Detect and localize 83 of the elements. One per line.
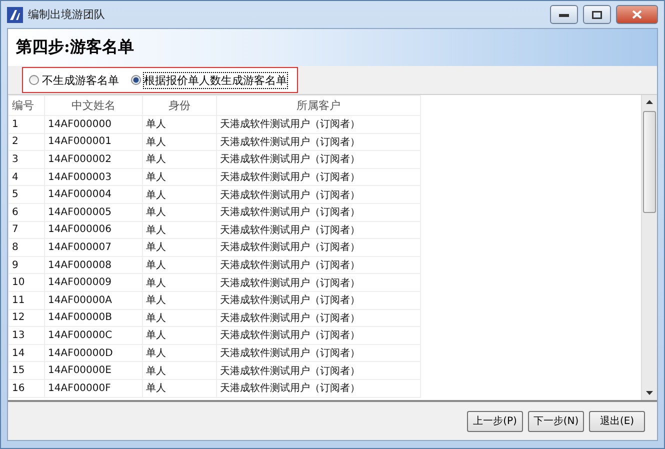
table-cell: 天港成软件测试用户（订阅者） [216, 379, 420, 397]
scrollbar[interactable] [641, 95, 657, 400]
table-cell: 4 [8, 168, 44, 186]
table-cell: 14AF000007 [44, 238, 142, 256]
table-cell: 14 [8, 344, 44, 362]
table-cell: 天港成软件测试用户（订阅者） [216, 150, 420, 168]
table-cell: 14AF000003 [44, 168, 142, 186]
step-title: 第四步:游客名单 [16, 37, 134, 58]
table-cell: 天港成软件测试用户（订阅者） [216, 291, 420, 310]
table-cell: 天港成软件测试用户（订阅者） [216, 344, 420, 362]
table-cell: 单人 [142, 326, 216, 344]
table-cell: 14AF00000C [44, 326, 142, 344]
table-cell: 单人 [142, 256, 216, 274]
column-header[interactable]: 编号 [8, 96, 44, 116]
minimize-button[interactable] [550, 5, 578, 24]
radio-option[interactable]: 不生成游客名单 [29, 72, 119, 88]
nav-button[interactable]: 上一步(P) [467, 410, 523, 432]
table-cell: 单人 [142, 150, 216, 168]
table-cell: 单人 [142, 291, 216, 310]
table-cell: 7 [8, 221, 44, 239]
column-header[interactable]: 身份 [142, 96, 216, 116]
table-cell: 单人 [142, 133, 216, 151]
table-cell: 单人 [142, 238, 216, 256]
table-cell: 天港成软件测试用户（订阅者） [216, 309, 420, 327]
table-cell: 14AF000001 [44, 133, 142, 151]
table-cell: 14AF000008 [44, 256, 142, 274]
minimize-icon [559, 12, 569, 16]
table-cell: 天港成软件测试用户（订阅者） [216, 116, 420, 134]
table-cell: 9 [8, 256, 44, 274]
table-cell: 单人 [142, 362, 216, 380]
maximize-button[interactable] [583, 5, 611, 24]
table-cell: 6 [8, 203, 44, 222]
radio-option[interactable]: 根据报价单人数生成游客名单 [131, 72, 287, 88]
table-cell: 14AF00000D [44, 344, 142, 362]
nav-button[interactable]: 下一步(N) [528, 410, 584, 432]
table-cell: 14AF00000B [44, 309, 142, 327]
table-cell: 单人 [142, 221, 216, 239]
nav-button[interactable]: 退出(E) [589, 410, 645, 432]
table-cell: 单人 [142, 203, 216, 222]
table-cell: 10 [8, 274, 44, 292]
table-cell: 3 [8, 150, 44, 168]
table-cell: 13 [8, 326, 44, 344]
table-cell: 14AF000000 [44, 116, 142, 134]
maximize-icon [592, 10, 602, 18]
table-cell: 天港成软件测试用户（订阅者） [216, 238, 420, 256]
table-cell: 单人 [142, 116, 216, 134]
table-cell: 单人 [142, 274, 216, 292]
table-cell: 12 [8, 309, 44, 327]
column-header[interactable]: 中文姓名 [44, 96, 142, 116]
table-cell: 天港成软件测试用户（订阅者） [216, 168, 420, 186]
table-cell: 单人 [142, 186, 216, 204]
table-cell: 天港成软件测试用户（订阅者） [216, 326, 420, 344]
table-cell: 14AF000004 [44, 186, 142, 204]
table-cell: 14AF00000E [44, 362, 142, 380]
table-cell: 1 [8, 116, 44, 134]
table-cell: 天港成软件测试用户（订阅者） [216, 221, 420, 239]
table-cell: 单人 [142, 344, 216, 362]
column-header[interactable]: 所属客户 [216, 96, 420, 116]
table-cell: 15 [8, 362, 44, 380]
table-cell: 14AF000009 [44, 274, 142, 292]
table-cell: 14AF000002 [44, 150, 142, 168]
table-cell: 天港成软件测试用户（订阅者） [216, 186, 420, 204]
table-cell: 单人 [142, 168, 216, 186]
close-button[interactable] [616, 5, 658, 24]
table-cell: 天港成软件测试用户（订阅者） [216, 203, 420, 222]
table-cell: 14AF000006 [44, 221, 142, 239]
table-cell: 单人 [142, 309, 216, 327]
close-icon [632, 10, 642, 19]
table-cell: 5 [8, 186, 44, 204]
table-cell: 14AF00000A [44, 291, 142, 310]
table-cell: 14AF000005 [44, 203, 142, 222]
table-cell: 天港成软件测试用户（订阅者） [216, 274, 420, 292]
table-cell: 11 [8, 291, 44, 310]
window-title: 编制出境游团队 [28, 7, 106, 22]
table-cell: 2 [8, 133, 44, 151]
table-cell: 8 [8, 238, 44, 256]
table-cell: 天港成软件测试用户（订阅者） [216, 362, 420, 380]
table-cell: 16 [8, 379, 44, 397]
table-cell: 天港成软件测试用户（订阅者） [216, 133, 420, 151]
table-cell: 单人 [142, 379, 216, 397]
table-cell: 天港成软件测试用户（订阅者） [216, 256, 420, 274]
app-icon [7, 6, 23, 22]
table-cell: 14AF00000F [44, 379, 142, 397]
